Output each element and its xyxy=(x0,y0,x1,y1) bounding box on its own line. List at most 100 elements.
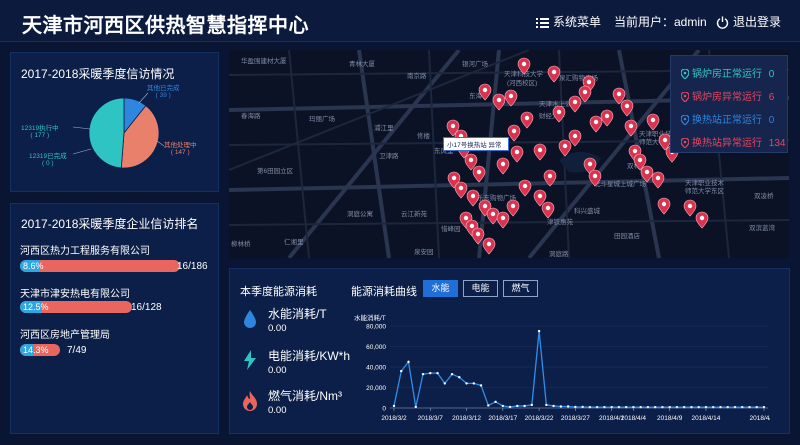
energy-gas-label: 燃气消耗/Nm³ xyxy=(268,389,342,403)
rank-bar: 8.6% xyxy=(20,260,180,272)
abnormal-station-pin[interactable] xyxy=(510,145,524,163)
data-point xyxy=(479,384,483,387)
abnormal-station-pin[interactable] xyxy=(471,227,485,245)
menu-list-icon xyxy=(536,18,549,28)
y-tick-label: 60,000 xyxy=(366,344,386,351)
logout-button[interactable]: 退出登录 xyxy=(716,13,781,30)
abnormal-station-pin[interactable] xyxy=(492,93,506,111)
flame-icon xyxy=(243,391,257,411)
abnormal-station-pin[interactable] xyxy=(640,165,654,183)
rank-bar: 14.3% xyxy=(20,344,60,356)
x-tick-label: 2018/3/7 xyxy=(418,415,444,422)
abnormal-station-pin[interactable] xyxy=(504,89,518,107)
data-point xyxy=(537,329,541,333)
x-tick-label: 2018/4/14 xyxy=(691,415,720,422)
data-point xyxy=(487,404,490,407)
pie-slice[interactable] xyxy=(88,97,125,169)
tab-gas[interactable]: 燃气 xyxy=(503,280,538,297)
tab-power[interactable]: 电能 xyxy=(463,280,498,297)
abnormal-station-pin[interactable] xyxy=(568,95,582,113)
energy-gas-value: 0.00 xyxy=(268,405,287,416)
abnormal-station-pin[interactable] xyxy=(558,139,572,157)
water-drop-icon xyxy=(244,310,256,328)
abnormal-station-pin[interactable] xyxy=(552,105,566,123)
abnormal-station-pin[interactable] xyxy=(454,181,468,199)
abnormal-station-pin[interactable] xyxy=(620,99,634,117)
energy-power-value: 0.00 xyxy=(268,365,287,376)
power-icon xyxy=(716,16,729,29)
data-point xyxy=(545,403,548,407)
data-point xyxy=(421,372,425,376)
x-tick-label: 2018/4/4 xyxy=(621,415,647,422)
legend-station-normal[interactable]: 换热站正常运行 0 xyxy=(680,111,774,126)
y-tick-label: 0 xyxy=(382,406,386,413)
abnormal-station-pin[interactable] xyxy=(517,57,531,75)
logout-label: 退出登录 xyxy=(733,15,782,29)
system-menu-button[interactable]: 系统菜单 xyxy=(536,13,601,30)
abnormal-station-pin[interactable] xyxy=(543,169,557,187)
data-point xyxy=(530,403,534,407)
pie-leader-line xyxy=(156,140,165,147)
abnormal-station-pin[interactable] xyxy=(695,211,709,229)
data-point xyxy=(523,404,526,408)
abnormal-station-pin[interactable] xyxy=(589,115,603,133)
abnormal-station-pin[interactable] xyxy=(478,83,492,101)
rank-pct: 8.6% xyxy=(23,261,44,271)
pie-leader-line xyxy=(72,126,91,130)
abnormal-station-pin[interactable] xyxy=(496,157,510,175)
map-legend: 锅炉房正常运行 0 锅炉房异常运行 6 换热站正常运行 0 换热站异常运行 13… xyxy=(670,55,788,153)
rank-item-name: 河西区热力工程服务有限公司 xyxy=(20,246,150,257)
top-header: 天津市河西区供热智慧指挥中心 系统菜单 当前用户：admin 退出登录 xyxy=(0,0,800,42)
data-point xyxy=(494,400,497,404)
abnormal-station-pin[interactable] xyxy=(496,211,510,229)
energy-water-label: 水能消耗/T xyxy=(268,307,327,321)
legend-boiler-normal[interactable]: 锅炉房正常运行 0 xyxy=(680,65,774,80)
tab-water[interactable]: 水能 xyxy=(423,280,458,297)
data-point xyxy=(465,382,468,385)
x-tick-label: 2018/3/22 xyxy=(525,415,554,422)
data-point xyxy=(566,405,570,408)
ranking-panel: 2017-2018采暖季度企业信访排名 河西区热力工程服务有限公司 8.6% 1… xyxy=(10,203,219,434)
data-point xyxy=(450,372,454,376)
data-point xyxy=(501,404,505,408)
data-point xyxy=(407,360,410,364)
abnormal-station-pin[interactable] xyxy=(520,111,534,129)
abnormal-station-pin[interactable] xyxy=(683,199,697,217)
rank-pct: 14.3% xyxy=(23,345,49,355)
x-tick-label: 2018/4/22 xyxy=(750,415,770,422)
energy-water-value: 0.00 xyxy=(268,323,287,334)
abnormal-station-pin[interactable] xyxy=(472,165,486,183)
abnormal-station-pin[interactable] xyxy=(507,124,521,142)
energy-power-label: 电能消耗/KW*h xyxy=(268,349,351,363)
abnormal-station-pin[interactable] xyxy=(657,197,671,215)
abnormal-station-pin[interactable] xyxy=(600,109,614,127)
legend-boiler-abnormal[interactable]: 锅炉房异常运行 6 xyxy=(680,88,774,103)
current-user: 当前用户：admin xyxy=(614,15,707,29)
location-pin-icon xyxy=(680,91,690,103)
location-pin-icon xyxy=(680,114,690,126)
abnormal-station-pin[interactable] xyxy=(547,65,561,83)
abnormal-station-pin[interactable] xyxy=(588,169,602,187)
data-point xyxy=(552,404,555,408)
abnormal-station-pin[interactable] xyxy=(624,119,638,137)
data-point xyxy=(472,382,476,385)
system-menu-label: 系统菜单 xyxy=(553,15,602,29)
rank-bar: 12.5% xyxy=(20,301,132,313)
abnormal-station-pin[interactable] xyxy=(482,237,496,255)
rank-count: 16/186 xyxy=(177,261,208,272)
rank-count: 7/49 xyxy=(67,345,87,356)
lightning-icon xyxy=(244,350,256,370)
abnormal-station-pin[interactable] xyxy=(651,171,665,189)
legend-station-abnormal[interactable]: 换热站异常运行 134 xyxy=(680,134,785,149)
abnormal-station-pin[interactable] xyxy=(541,201,555,219)
x-tick-label: 2018/3/27 xyxy=(561,415,590,422)
station-popup[interactable]: 小17号换热站 异常 xyxy=(443,137,509,151)
abnormal-station-pin[interactable] xyxy=(533,143,547,161)
abnormal-station-pin[interactable] xyxy=(466,189,480,207)
abnormal-station-pin[interactable] xyxy=(646,113,660,131)
data-point xyxy=(436,371,439,375)
y-axis-label: 水能消耗/T xyxy=(354,313,386,322)
abnormal-station-pin[interactable] xyxy=(506,199,520,217)
y-tick-label: 20,000 xyxy=(366,385,386,392)
abnormal-station-pin[interactable] xyxy=(518,179,532,197)
